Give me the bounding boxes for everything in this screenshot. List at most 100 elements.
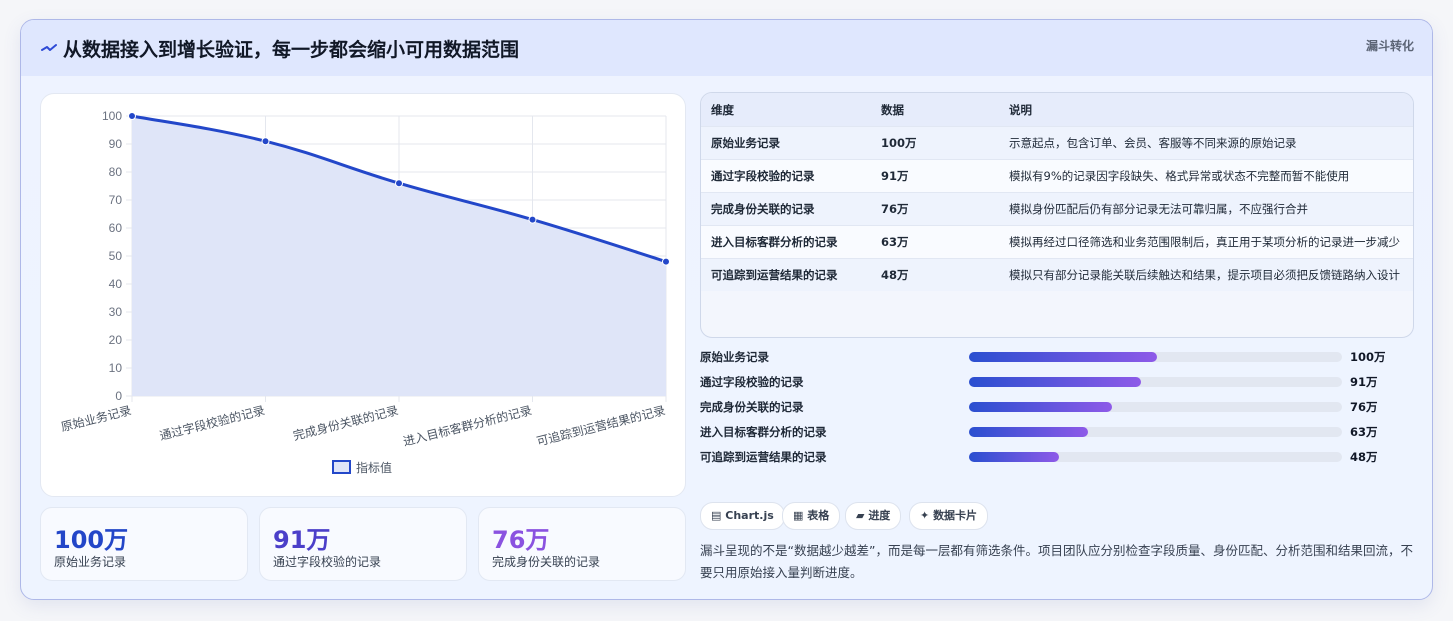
table-row: 可追踪到运营结果的记录 48万 模拟只有部分记录能关联后续触达和结果，提示项目必… <box>701 258 1413 291</box>
progress-fill <box>969 402 1112 412</box>
table-row: 完成身份关联的记录 76万 模拟身份匹配后仍有部分记录无法可靠归属，不应强行合并 <box>701 192 1413 226</box>
x-tick-label: 通过字段校验的记录 <box>158 402 266 443</box>
progress-label: 进入目标客群分析的记录 <box>700 425 827 439</box>
stat-card: 100万 原始业务记录 <box>40 507 248 581</box>
progress-fill <box>969 377 1141 387</box>
progress-label: 可追踪到运营结果的记录 <box>700 450 827 464</box>
progress-label: 通过字段校验的记录 <box>700 375 804 389</box>
legend-swatch <box>332 460 351 474</box>
chip-progress[interactable]: ▰ 进度 <box>845 502 902 530</box>
table-header-row: 维度 数据 说明 <box>701 93 1413 127</box>
stat-label: 通过字段校验的记录 <box>273 555 382 569</box>
stat-value: 91万 <box>273 526 331 554</box>
progress-icon: ▰ <box>856 509 865 522</box>
x-tick-label: 原始业务记录 <box>59 402 133 434</box>
column-header: 说明 <box>999 93 1413 127</box>
page-title: 从数据接入到增长验证，每一步都会缩小可用数据范围 <box>63 39 520 61</box>
progress-row: 通过字段校验的记录 91万 <box>700 371 1412 396</box>
funnel-card: 从数据接入到增长验证，每一步都会缩小可用数据范围 漏斗转化 0 10 20 30 40 5… <box>20 19 1433 600</box>
chart-icon: ▤ <box>711 509 722 522</box>
x-tick-label: 完成身份关联的记录 <box>291 402 399 443</box>
y-tick-label: 30 <box>109 305 123 319</box>
progress-label: 完成身份关联的记录 <box>700 400 804 414</box>
cell-description: 模拟身份匹配后仍有部分记录无法可靠归属，不应强行合并 <box>999 192 1413 226</box>
progress-value: 100万 <box>1350 350 1386 364</box>
category-tag: 漏斗转化 <box>1365 39 1414 53</box>
card-header: 从数据接入到增长验证，每一步都会缩小可用数据范围 漏斗转化 <box>21 20 1432 76</box>
chip-table[interactable]: ▦ 表格 <box>782 502 841 530</box>
progress-track <box>969 352 1342 362</box>
cell-dimension: 可追踪到运营结果的记录 <box>701 258 871 291</box>
chip-label: 表格 <box>807 509 830 522</box>
table-icon: ▦ <box>793 509 804 522</box>
y-tick-label: 20 <box>109 333 123 347</box>
progress-track <box>969 377 1342 387</box>
cell-value: 100万 <box>871 126 999 160</box>
chip-label: 进度 <box>868 509 891 522</box>
funnel-line-chart: 0 10 20 30 40 50 60 70 80 90 100 原始业务记录 通过字段校验的记录 完成身… <box>59 109 670 475</box>
progress-value: 48万 <box>1350 450 1378 464</box>
data-point <box>528 215 537 224</box>
x-tick-label: 进入目标客群分析的记录 <box>402 402 534 448</box>
progress-row: 原始业务记录 100万 <box>700 346 1412 371</box>
progress-value: 63万 <box>1350 425 1378 439</box>
chip-data-cards[interactable]: ✦ 数据卡片 <box>909 502 989 530</box>
column-header: 数据 <box>871 93 999 127</box>
cell-value: 76万 <box>871 192 999 226</box>
column-header: 维度 <box>701 93 871 127</box>
cell-dimension: 通过字段校验的记录 <box>701 159 871 193</box>
stat-value: 100万 <box>54 526 129 554</box>
data-point <box>662 257 670 266</box>
chip-chartjs[interactable]: ▤ Chart.js <box>700 502 785 530</box>
stat-label: 原始业务记录 <box>54 555 127 569</box>
progress-row: 完成身份关联的记录 76万 <box>700 396 1412 421</box>
cell-dimension: 原始业务记录 <box>701 126 871 160</box>
chip-label: 数据卡片 <box>933 509 978 522</box>
progress-row: 进入目标客群分析的记录 63万 <box>700 421 1412 446</box>
y-tick-label: 0 <box>115 389 122 403</box>
line-chart-panel: 0 10 20 30 40 50 60 70 80 90 100 原始业务记录 通过字段校验的记录 完成身… <box>40 93 686 497</box>
table-row: 通过字段校验的记录 91万 模拟有9%的记录因字段缺失、格式异常或状态不完整而暂… <box>701 159 1413 193</box>
progress-track <box>969 427 1342 437</box>
data-point <box>395 179 403 188</box>
y-tick-label: 70 <box>109 193 123 207</box>
y-tick-label: 60 <box>109 221 123 235</box>
legend-label: 指标值 <box>356 460 392 475</box>
sparkle-icon: ✦ <box>920 509 930 522</box>
progress-row: 可追踪到运营结果的记录 48万 <box>700 446 1412 471</box>
cell-value: 91万 <box>871 159 999 193</box>
progress-fill <box>969 352 1158 362</box>
cell-value: 63万 <box>871 225 999 259</box>
stat-card: 76万 完成身份关联的记录 <box>478 507 686 581</box>
progress-fill <box>969 452 1060 462</box>
progress-list: 原始业务记录 100万 通过字段校验的记录 91万 完成身份关联的记录 76万 … <box>700 346 1412 471</box>
cell-value: 48万 <box>871 258 999 291</box>
y-tick-label: 40 <box>109 277 123 291</box>
stat-label: 完成身份关联的记录 <box>492 555 601 569</box>
cell-description: 模拟只有部分记录能关联后续触达和结果，提示项目必须把反馈链路纳入设计 <box>999 258 1413 291</box>
cell-description: 模拟有9%的记录因字段缺失、格式异常或状态不完整而暂不能使用 <box>999 159 1413 193</box>
table-row: 原始业务记录 100万 示意起点，包含订单、会员、客服等不同来源的原始记录 <box>701 126 1413 160</box>
summary-text: 漏斗呈现的不是“数据越少越差”，而是每一层都有筛选条件。项目团队应分别检查字段质… <box>700 543 1413 580</box>
cell-description: 示意起点，包含订单、会员、客服等不同来源的原始记录 <box>999 126 1413 160</box>
trend-down-icon <box>41 38 57 58</box>
cell-description: 模拟再经过口径筛选和业务范围限制后，真正用于某项分析的记录进一步减少 <box>999 225 1413 259</box>
x-tick-label: 可追踪到运营结果的记录 <box>535 402 667 448</box>
y-tick-label: 50 <box>109 249 123 263</box>
data-table-panel: 维度 数据 说明 原始业务记录 100万 示意起点，包含订单、会员、客服等不同来… <box>700 92 1414 338</box>
chip-label: Chart.js <box>725 509 774 522</box>
y-tick-label: 100 <box>102 109 122 123</box>
y-tick-label: 80 <box>109 165 123 179</box>
y-tick-label: 10 <box>109 361 123 375</box>
table-row: 进入目标客群分析的记录 63万 模拟再经过口径筛选和业务范围限制后，真正用于某项… <box>701 225 1413 259</box>
data-point <box>261 137 270 146</box>
data-point <box>128 112 136 120</box>
progress-label: 原始业务记录 <box>700 350 769 364</box>
progress-track <box>969 452 1342 462</box>
progress-value: 91万 <box>1350 375 1378 389</box>
cell-dimension: 进入目标客群分析的记录 <box>701 225 871 259</box>
cell-dimension: 完成身份关联的记录 <box>701 192 871 226</box>
progress-value: 76万 <box>1350 400 1378 414</box>
data-table: 维度 数据 说明 原始业务记录 100万 示意起点，包含订单、会员、客服等不同来… <box>701 93 1413 291</box>
y-tick-label: 90 <box>109 137 123 151</box>
